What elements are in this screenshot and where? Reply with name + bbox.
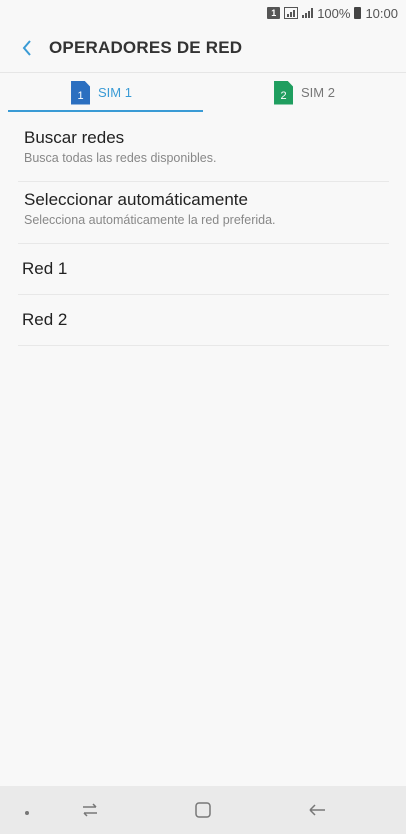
list-item-subtitle: Busca todas las redes disponibles. [24, 151, 217, 165]
app-header: OPERADORES DE RED [0, 30, 406, 66]
battery-icon [354, 7, 362, 19]
list-item-subtitle: Selecciona automáticamente la red prefer… [24, 213, 276, 227]
status-bar: 1 100% 10:00 [0, 0, 406, 26]
signal-strength-icon [302, 8, 314, 18]
list-item-network[interactable]: Red 2 [18, 295, 389, 346]
network-name: Red 2 [22, 310, 68, 329]
clock: 10:00 [365, 5, 398, 21]
chevron-left-icon [22, 40, 31, 56]
home-button[interactable] [191, 798, 215, 822]
tab-sim-2[interactable]: 2 SIM 2 [203, 73, 406, 112]
home-icon [195, 802, 211, 818]
list-item-auto-select[interactable]: Seleccionar automáticamente Selecciona a… [18, 182, 389, 244]
signal-box-icon [284, 7, 299, 19]
battery-percentage: 100% [317, 5, 351, 21]
sim-card-icon: 1 [71, 80, 91, 105]
list-item-title: Seleccionar automáticamente [24, 190, 248, 209]
sim-card-icon: 2 [274, 80, 294, 105]
back-icon [309, 804, 325, 816]
tab-label: SIM 2 [301, 85, 335, 100]
page-title: OPERADORES DE RED [49, 38, 243, 57]
navigation-bar [0, 786, 406, 834]
recents-icon [83, 803, 97, 817]
list-item-network[interactable]: Red 1 [18, 244, 389, 295]
list-item-search-networks[interactable]: Buscar redes Busca todas las redes dispo… [18, 120, 389, 182]
tab-sim-1[interactable]: 1 SIM 1 [0, 73, 203, 112]
network-name: Red 1 [22, 259, 68, 278]
list-item-title: Buscar redes [24, 128, 125, 147]
dot-icon [25, 811, 29, 815]
back-nav-button[interactable] [305, 798, 329, 822]
back-button[interactable] [7, 30, 47, 66]
settings-list: Buscar redes Busca todas las redes dispo… [0, 120, 406, 346]
sim-tabs: 1 SIM 1 2 SIM 2 [0, 72, 406, 112]
recents-button[interactable] [78, 798, 102, 822]
sim-indicator-icon: 1 [267, 7, 281, 19]
tab-label: SIM 1 [98, 85, 132, 100]
